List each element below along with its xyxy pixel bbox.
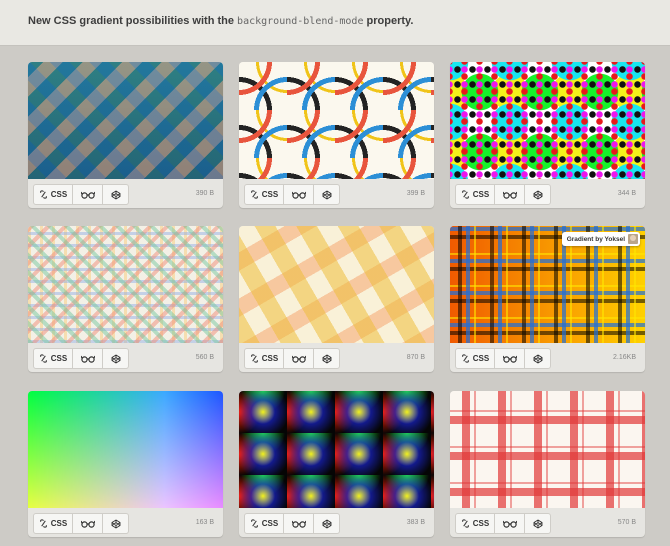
view-button[interactable] bbox=[72, 513, 103, 534]
file-size: 570 B bbox=[617, 519, 636, 526]
css-icon bbox=[39, 519, 47, 528]
gradient-card: CSS 870 B bbox=[239, 226, 434, 372]
css-button[interactable]: CSS bbox=[244, 513, 284, 534]
file-size: 383 B bbox=[406, 519, 425, 526]
author-badge[interactable]: Gradient by Yoksel bbox=[561, 232, 640, 246]
css-icon bbox=[250, 519, 258, 528]
gradient-preview[interactable] bbox=[28, 391, 223, 508]
gradient-preview[interactable] bbox=[239, 226, 434, 343]
codepen-button[interactable] bbox=[102, 513, 129, 534]
gradient-card: CSS 163 B bbox=[28, 391, 223, 537]
glasses-icon bbox=[291, 355, 306, 363]
css-button[interactable]: CSS bbox=[244, 184, 284, 205]
card-toolbar: CSS 570 B bbox=[450, 508, 645, 537]
card-toolbar: CSS 390 B bbox=[28, 179, 223, 208]
file-size: 399 B bbox=[406, 190, 425, 197]
css-button[interactable]: CSS bbox=[244, 348, 284, 369]
card-toolbar: CSS 399 B bbox=[239, 179, 434, 208]
card-toolbar: CSS 163 B bbox=[28, 508, 223, 537]
view-button[interactable] bbox=[283, 184, 314, 205]
css-button[interactable]: CSS bbox=[33, 184, 73, 205]
codepen-icon bbox=[533, 518, 542, 529]
gradient-preview[interactable] bbox=[450, 391, 645, 508]
css-button[interactable]: CSS bbox=[455, 513, 495, 534]
codepen-button[interactable] bbox=[524, 184, 551, 205]
codepen-button[interactable] bbox=[313, 184, 340, 205]
codepen-button[interactable] bbox=[102, 184, 129, 205]
glasses-icon bbox=[80, 355, 95, 363]
gradient-card: Gradient by Yoksel CSS 2.16KB bbox=[450, 226, 645, 372]
css-icon bbox=[461, 190, 469, 199]
css-icon bbox=[250, 354, 258, 363]
file-size: 163 B bbox=[195, 519, 214, 526]
codepen-button[interactable] bbox=[102, 348, 129, 369]
css-icon bbox=[461, 519, 469, 528]
css-button[interactable]: CSS bbox=[33, 348, 73, 369]
card-toolbar: CSS 560 B bbox=[28, 343, 223, 372]
codepen-icon bbox=[111, 518, 120, 529]
glasses-icon bbox=[291, 520, 306, 528]
codepen-icon bbox=[322, 518, 331, 529]
gradient-preview[interactable] bbox=[28, 62, 223, 179]
gradient-card: CSS 383 B bbox=[239, 391, 434, 537]
glasses-icon bbox=[80, 520, 95, 528]
css-icon bbox=[250, 190, 258, 199]
css-button[interactable]: CSS bbox=[33, 513, 73, 534]
gradient-card: CSS 344 B bbox=[450, 62, 645, 208]
gradient-preview[interactable] bbox=[450, 62, 645, 179]
codepen-button[interactable] bbox=[524, 348, 551, 369]
view-button[interactable] bbox=[283, 513, 314, 534]
file-size: 560 B bbox=[195, 354, 214, 361]
card-toolbar: CSS 2.16KB bbox=[450, 343, 645, 372]
view-button[interactable] bbox=[72, 184, 103, 205]
card-toolbar: CSS 383 B bbox=[239, 508, 434, 537]
file-size: 344 B bbox=[617, 190, 636, 197]
card-toolbar: CSS 870 B bbox=[239, 343, 434, 372]
codepen-icon bbox=[111, 353, 120, 364]
codepen-button[interactable] bbox=[524, 513, 551, 534]
codepen-icon bbox=[322, 353, 331, 364]
gradient-preview[interactable] bbox=[239, 62, 434, 179]
view-button[interactable] bbox=[494, 184, 525, 205]
page-header: New CSS gradient possibilities with the … bbox=[0, 0, 670, 46]
codepen-button[interactable] bbox=[313, 513, 340, 534]
css-icon bbox=[39, 354, 47, 363]
codepen-button[interactable] bbox=[313, 348, 340, 369]
glasses-icon bbox=[502, 355, 517, 363]
css-button[interactable]: CSS bbox=[455, 348, 495, 369]
glasses-icon bbox=[502, 191, 517, 199]
codepen-icon bbox=[322, 189, 331, 200]
codepen-icon bbox=[533, 189, 542, 200]
codepen-icon bbox=[533, 353, 542, 364]
gradient-card: CSS 399 B bbox=[239, 62, 434, 208]
avatar bbox=[628, 234, 638, 244]
file-size: 870 B bbox=[406, 354, 425, 361]
view-button[interactable] bbox=[283, 348, 314, 369]
property-code: background-blend-mode bbox=[237, 16, 364, 27]
view-button[interactable] bbox=[72, 348, 103, 369]
glasses-icon bbox=[502, 520, 517, 528]
card-toolbar: CSS 344 B bbox=[450, 179, 645, 208]
glasses-icon bbox=[80, 191, 95, 199]
view-button[interactable] bbox=[494, 348, 525, 369]
gradient-card: CSS 570 B bbox=[450, 391, 645, 537]
css-button[interactable]: CSS bbox=[455, 184, 495, 205]
file-size: 390 B bbox=[195, 190, 214, 197]
gradient-preview[interactable] bbox=[239, 391, 434, 508]
page-title: New CSS gradient possibilities with the … bbox=[28, 15, 414, 27]
css-icon bbox=[39, 190, 47, 199]
glasses-icon bbox=[291, 191, 306, 199]
css-icon bbox=[461, 354, 469, 363]
file-size: 2.16KB bbox=[613, 354, 636, 361]
gradient-card: CSS 560 B bbox=[28, 226, 223, 372]
gradient-preview[interactable] bbox=[28, 226, 223, 343]
gradient-card: CSS 390 B bbox=[28, 62, 223, 208]
codepen-icon bbox=[111, 189, 120, 200]
view-button[interactable] bbox=[494, 513, 525, 534]
